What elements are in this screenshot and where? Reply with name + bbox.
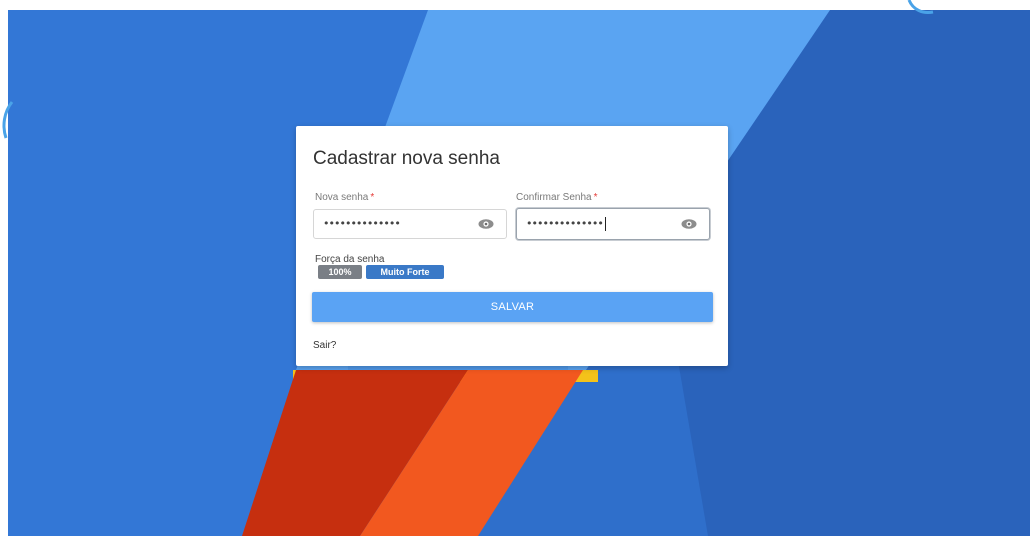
strength-percent-badge: 100% [318, 265, 362, 279]
new-password-field[interactable]: •••••••••••••• [313, 209, 507, 239]
eye-icon[interactable] [478, 218, 494, 230]
password-form-card: Cadastrar nova senha Nova senha * •••••••… [296, 126, 728, 366]
exit-link[interactable]: Sair? [313, 340, 336, 351]
confirm-password-value-wrap[interactable]: •••••••••••••• [526, 217, 606, 231]
text-caret [604, 217, 606, 231]
new-password-label: Nova senha * [315, 192, 374, 203]
save-button[interactable]: SALVAR [312, 292, 713, 322]
password-strength-label: Força da senha [315, 254, 385, 265]
new-password-label-text: Nova senha [315, 192, 369, 203]
new-password-value[interactable]: •••••••••••••• [323, 217, 401, 230]
strength-level-badge: Muito Forte [366, 265, 444, 279]
confirm-password-label: Confirmar Senha * [516, 192, 598, 203]
confirm-password-label-text: Confirmar Senha [516, 192, 592, 203]
confirm-password-value[interactable]: •••••••••••••• [526, 217, 604, 230]
required-asterisk: * [593, 192, 598, 203]
eye-icon[interactable] [681, 218, 697, 230]
confirm-password-field[interactable]: •••••••••••••• [516, 208, 710, 240]
form-title: Cadastrar nova senha [313, 148, 500, 169]
required-asterisk: * [370, 192, 375, 203]
